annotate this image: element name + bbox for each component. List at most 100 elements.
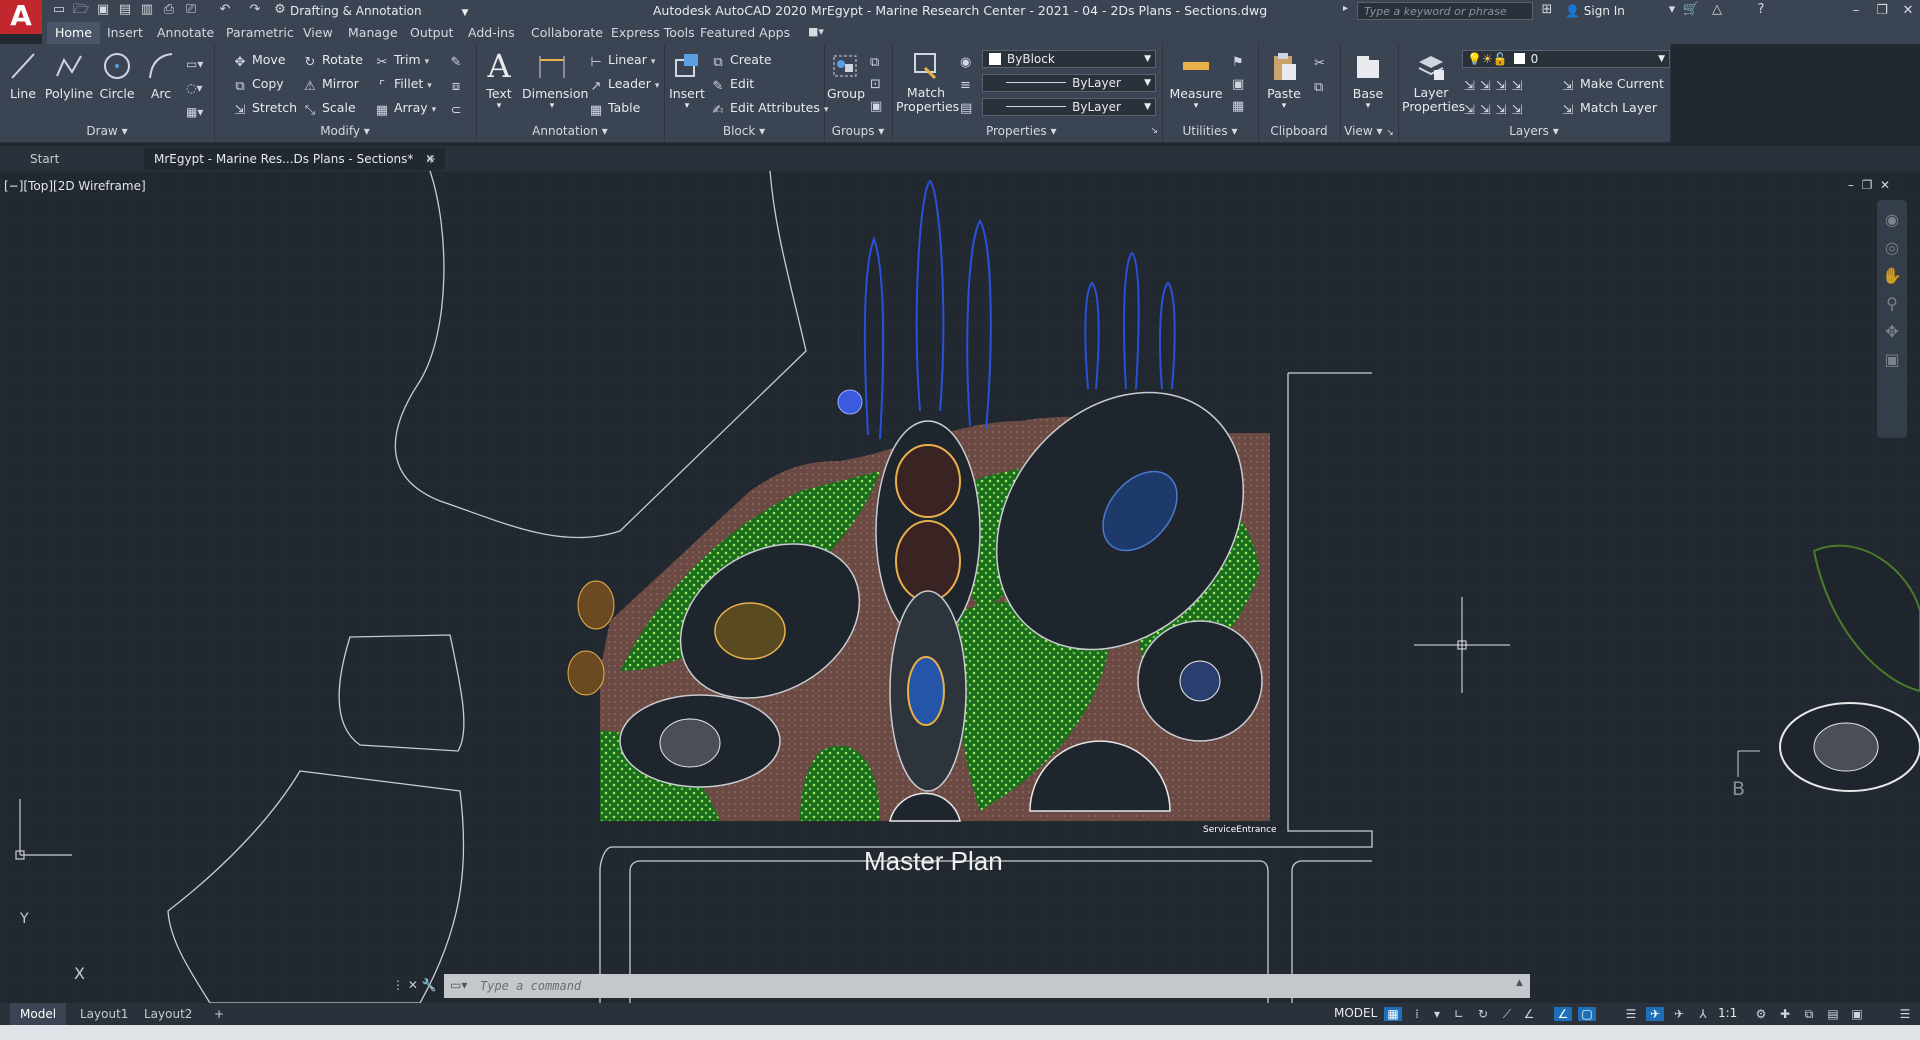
save-as-icon[interactable]: ▤ [116,2,134,18]
properties-panel-title[interactable]: Properties ▾ ↘ [892,122,1162,140]
new-tab-button[interactable]: + [416,148,446,170]
redo-icon[interactable]: ↷ [246,2,264,18]
lineweight-icon[interactable]: ☰ [1622,1007,1640,1021]
rotate-button[interactable]: ↻ Rotate [302,50,363,70]
edit-block-button[interactable]: ✎ Edit [710,74,755,94]
viewport-controls[interactable]: [−][Top][2D Wireframe] [4,179,146,193]
clipboard-tools[interactable]: ✂ ⧉ [1314,52,1325,100]
color-dropdown[interactable]: ByBlock ▼ [982,50,1156,68]
isodraft-icon[interactable]: ⟋ [1498,1007,1516,1021]
auto-scale-icon[interactable]: ✈ [1670,1007,1688,1021]
navigation-bar[interactable]: ◉ ◎ ✋ ⚲ ✥ ▣ [1877,200,1907,438]
new-file-icon[interactable]: ▭ [50,2,68,18]
clean-screen-icon[interactable]: ▣ [1848,1007,1866,1021]
erase-button[interactable]: ✎ [448,50,468,70]
scale-button[interactable]: ⤡ Scale [302,98,356,118]
annotation-visibility-icon[interactable]: ✈ [1646,1007,1664,1021]
plot-icon[interactable]: ⎙ [160,2,178,18]
create-block-button[interactable]: ⧉ Create [710,50,771,70]
tab-layout2[interactable]: Layout2 [134,1003,202,1025]
layer-tool-icons[interactable]: ⇲⇲⇲⇲ ⇲⇲⇲⇲ [1464,75,1528,123]
model-space-button[interactable]: MODEL [1334,1006,1377,1020]
match-layer-button[interactable]: ⇲ Match Layer [1560,98,1657,118]
array-button[interactable]: ▦ Array ▾ [374,98,436,118]
tab-annotate[interactable]: Annotate [149,22,222,44]
layer-dropdown[interactable]: 💡☀🔓 0 ▼ [1462,50,1670,68]
dropdown-icon[interactable]: ▾ [1663,2,1681,18]
minimize-icon[interactable]: – [1845,2,1867,20]
object-snap-icon[interactable]: ▢ [1578,1007,1596,1021]
group-tools[interactable]: ⧉ ⊡ ▣ [870,52,882,118]
workspace-selector[interactable]: Drafting & Annotation ▼ [290,2,468,20]
modify-panel-title[interactable]: Modify ▾ [214,122,476,140]
polyline-button[interactable]: Polyline [44,50,94,101]
tab-manage[interactable]: Manage [340,22,406,44]
match-properties-button[interactable]: Match Properties [896,50,959,114]
insert-button[interactable]: Insert ▾ [666,50,708,111]
command-prompt-icon[interactable]: ▭▾ [450,978,467,992]
line-button[interactable]: Line [4,50,42,101]
tab-featured-apps[interactable]: Featured Apps [692,22,798,44]
circle-button[interactable]: Circle [96,50,138,101]
tab-express-tools[interactable]: Express Tools [603,22,703,44]
units-icon[interactable]: ⧉ [1800,1007,1818,1021]
lineweight-dropdown[interactable]: ByLayer ▼ [982,98,1156,116]
application-menu-button[interactable]: A [0,0,42,34]
linear-button[interactable]: ⊢ Linear ▾ [588,50,655,70]
chevron-right-icon[interactable]: ▸ [1343,3,1348,14]
command-line-controls[interactable]: ⋮ ✕ 🔧 [392,978,437,992]
command-line[interactable] [444,974,1530,998]
draw-panel-title[interactable]: Draw ▾ [0,122,214,140]
clipboard-panel-title[interactable]: Clipboard [1258,122,1340,140]
paste-button[interactable]: Paste ▾ [1262,50,1306,111]
dynamic-input-icon[interactable]: ∠ [1554,1007,1572,1021]
stretch-button[interactable]: ⇲ Stretch [232,98,298,118]
drawing-canvas[interactable] [0,171,1920,1003]
tab-start[interactable]: Start [20,148,156,170]
open-folder-icon[interactable]: 🗁 [72,2,90,18]
tab-add-ins[interactable]: Add-ins [460,22,523,44]
tab-model[interactable]: Model [10,1003,67,1025]
object-tracking-icon[interactable]: ∠ [1520,1007,1538,1021]
undo-icon[interactable]: ↶ [216,2,234,18]
annotation-scale-value[interactable]: 1:1 [1718,1006,1737,1020]
edit-attributes-button[interactable]: ✍ Edit Attributes ▾ [710,98,829,118]
command-input[interactable]: Type a command [480,974,581,998]
tab-collaborate[interactable]: Collaborate [523,22,611,44]
save-icon[interactable]: ▣ [94,2,112,18]
close-icon[interactable]: ✕ [1897,2,1919,20]
mirror-button[interactable]: ⚠ Mirror [302,74,359,94]
sign-in-button[interactable]: 👤 Sign In [1565,2,1625,20]
tab-insert[interactable]: Insert [99,22,151,44]
tab-output[interactable]: Output [402,22,461,44]
draw-small-tools[interactable]: ▭▾ ◌▾ ▦▾ [186,52,203,124]
view-panel-title[interactable]: View ▾ ↘ [1340,122,1398,140]
text-button[interactable]: A Text ▾ [480,50,518,111]
customization-menu-icon[interactable]: ☰ [1896,1007,1914,1021]
ortho-icon[interactable]: ∟ [1450,1007,1468,1021]
search-input[interactable]: Type a keyword or phrase [1357,2,1533,20]
autodesk-app-icon[interactable]: △ [1708,2,1726,18]
linetype-dropdown[interactable]: ByLayer ▼ [982,74,1156,92]
dimension-button[interactable]: Dimension ▾ [522,50,588,111]
grid-icon[interactable]: ▦ [1384,1007,1402,1021]
utilities-panel-title[interactable]: Utilities ▾ [1162,122,1258,140]
copy-button[interactable]: ⧉ Copy [232,74,283,94]
block-panel-title[interactable]: Block ▾ [664,122,824,140]
base-button[interactable]: Base ▾ [1344,50,1392,111]
layer-properties-button[interactable]: Layer Properties [1402,50,1465,114]
plus-icon[interactable]: ✚ [1776,1007,1794,1021]
help-icon[interactable]: ? [1752,2,1770,18]
utility-tools[interactable]: ⚑ ▣ ▦ [1232,52,1244,118]
annotation-panel-title[interactable]: Annotation ▾ [476,122,664,140]
group-button[interactable]: Group [826,50,866,101]
gear-icon[interactable]: ⚙ [1752,1007,1770,1021]
snap-icon[interactable]: ⁞ [1408,1007,1426,1021]
groups-panel-title[interactable]: Groups ▾ [824,122,892,140]
leader-button[interactable]: ↗ Leader ▾ [588,74,660,94]
camera-icon[interactable]: ■▾ [808,25,824,38]
trim-button[interactable]: ✂ Trim ▾ [374,50,430,70]
polar-icon[interactable]: ↻ [1474,1007,1492,1021]
make-current-button[interactable]: ⇲ Make Current [1560,74,1664,94]
chevron-up-icon[interactable]: ▲ [1516,978,1523,988]
